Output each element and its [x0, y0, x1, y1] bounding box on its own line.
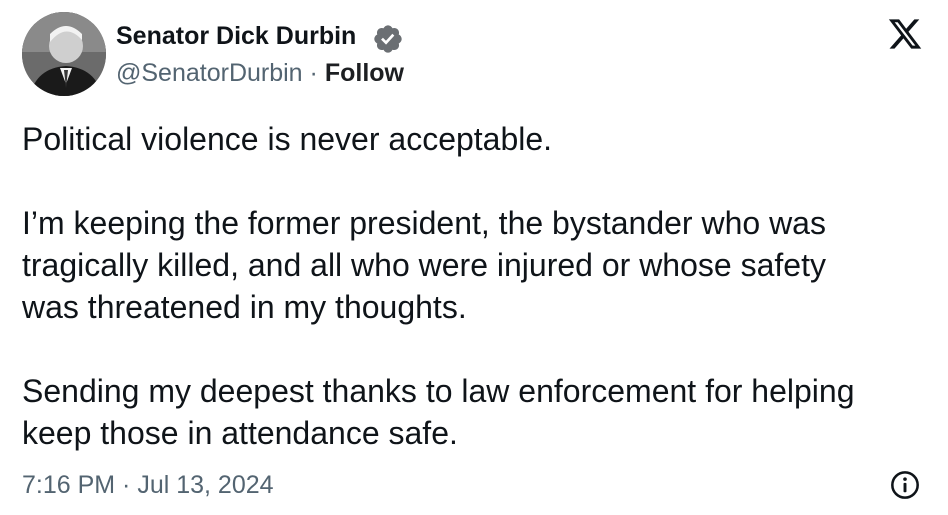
avatar-photo — [22, 12, 106, 96]
avatar[interactable] — [22, 12, 106, 96]
display-name[interactable]: Senator Dick Durbin — [116, 21, 356, 51]
handle-row: @SenatorDurbin · Follow — [116, 58, 404, 88]
follow-button[interactable]: Follow — [325, 59, 404, 87]
tweet-line: Sending my deepest thanks to law enforce… — [22, 373, 855, 409]
tweet-line: I’m keeping the former president, the by… — [22, 205, 826, 241]
tweet-line: Political violence is never acceptable. — [22, 121, 553, 157]
tweet-line: was threatened in my thoughts. — [22, 289, 467, 325]
tweet-timestamp[interactable]: 7:16 PM · Jul 13, 2024 — [22, 468, 274, 502]
tweet-card: Senator Dick Durbin @SenatorDurbin · Fol… — [0, 0, 948, 515]
x-logo-icon[interactable] — [886, 16, 924, 52]
tweet-text: Political violence is never acceptable. … — [22, 118, 932, 454]
tweet-line: tragically killed, and all who were inju… — [22, 247, 826, 283]
handle[interactable]: @SenatorDurbin — [116, 59, 303, 87]
verified-badge-icon — [374, 25, 402, 53]
info-icon[interactable] — [889, 469, 921, 501]
tweet-line: keep those in attendance safe. — [22, 415, 458, 451]
handle-separator: · — [309, 59, 325, 87]
